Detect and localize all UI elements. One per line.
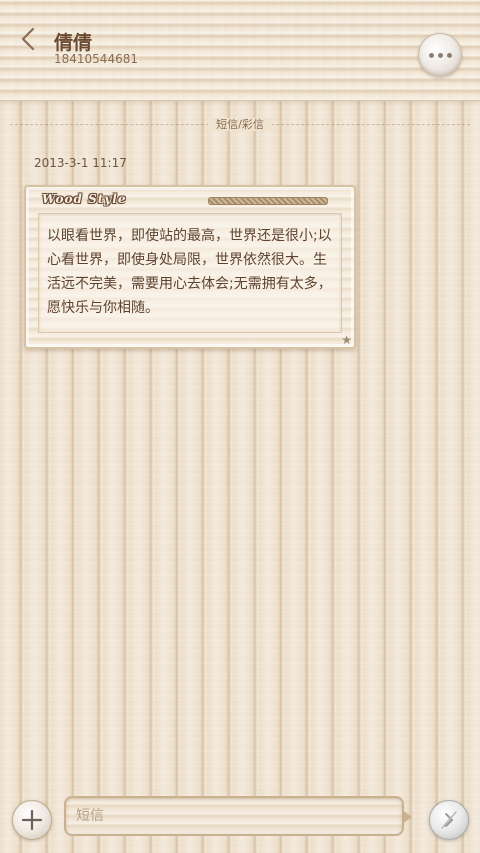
contact-number: 18410544681	[54, 52, 138, 66]
contact-name: 倩倩	[54, 32, 93, 54]
bubble-text-panel: 以眼看世界，即使站的最高，世界还是很小;以心看世界，即使身处局限，世界依然很大。…	[38, 213, 342, 333]
add-attachment-button[interactable]	[12, 800, 52, 840]
message-text: 以眼看世界，即使站的最高，世界还是很小;以心看世界，即使身处局限，世界依然很大。…	[47, 228, 332, 316]
more-dots-icon	[428, 52, 434, 58]
more-options-button[interactable]	[418, 33, 462, 77]
input-tail-decoration	[402, 810, 412, 824]
bubble-brand-label: Wood Style	[42, 192, 127, 206]
more-dot	[437, 52, 443, 58]
chevron-left-icon[interactable]	[20, 26, 36, 52]
star-icon: ★	[341, 333, 352, 347]
send-button[interactable]	[429, 800, 469, 840]
message-timestamp: 2013-3-1 11:17	[34, 156, 127, 170]
plus-icon	[21, 809, 43, 831]
conversation-header: 倩倩 18410544681	[0, 0, 480, 101]
message-bubble[interactable]: Wood Style 以眼看世界，即使站的最高，世界还是很小;以心看世界，即使身…	[24, 185, 356, 349]
message-input[interactable]	[64, 796, 404, 836]
message-type-label: 短信/彩信	[208, 118, 272, 131]
send-icon	[441, 811, 457, 829]
message-type-divider: 短信/彩信	[10, 116, 470, 132]
bubble-rope-decoration	[208, 197, 328, 205]
more-dot	[446, 52, 452, 58]
